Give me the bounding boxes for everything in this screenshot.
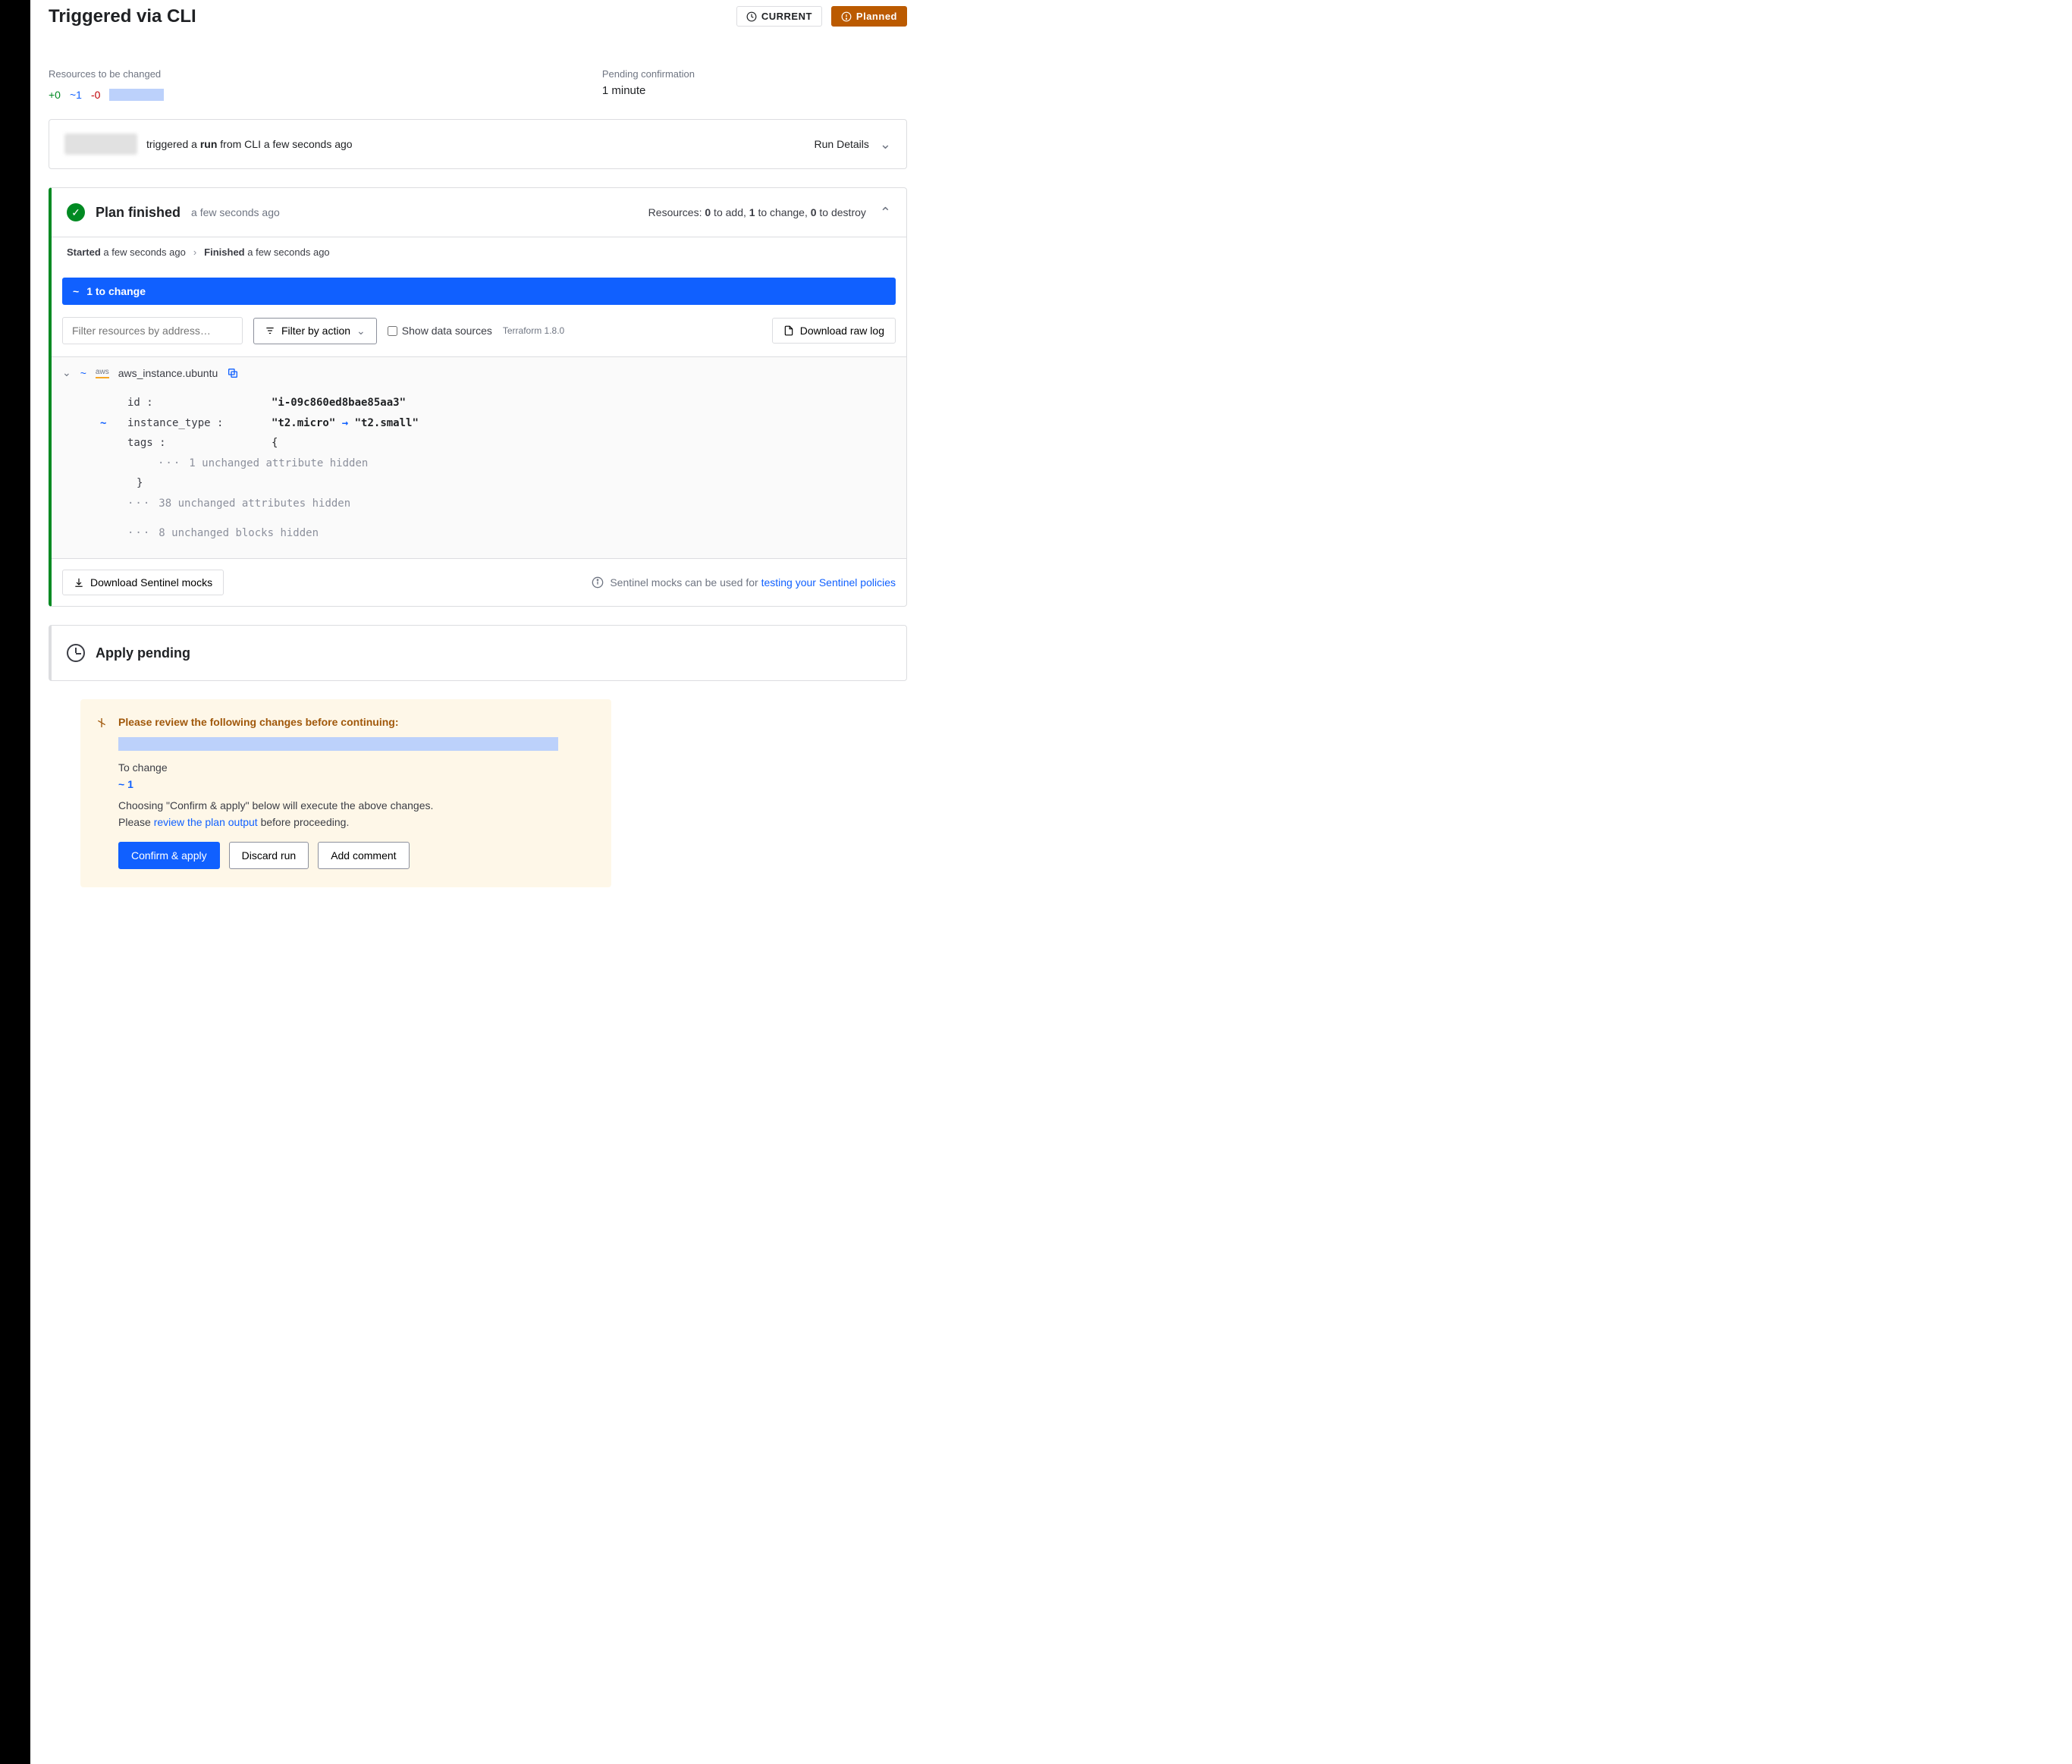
download-raw-log-button[interactable]: Download raw log bbox=[772, 318, 896, 344]
redacted-block bbox=[118, 737, 558, 751]
user-redacted bbox=[64, 133, 137, 155]
provider-badge: aws bbox=[96, 368, 109, 378]
add-count: +0 bbox=[49, 89, 61, 101]
change-banner[interactable]: ~ 1 to change bbox=[62, 278, 896, 305]
planned-badge: Planned bbox=[831, 6, 907, 27]
dots-icon: ··· bbox=[127, 523, 151, 544]
filter-action-button[interactable]: Filter by action ⌄ bbox=[253, 318, 377, 344]
file-icon bbox=[783, 325, 794, 336]
sentinel-policies-link[interactable]: testing your Sentinel policies bbox=[761, 576, 896, 589]
apply-card: Apply pending bbox=[49, 625, 907, 681]
plan-timestamps: Started a few seconds ago › Finished a f… bbox=[52, 237, 906, 267]
dots-icon: ··· bbox=[127, 494, 151, 514]
show-sources-checkbox[interactable]: Show data sources bbox=[388, 325, 492, 337]
run-trigger-text: triggered a run from CLI a few seconds a… bbox=[146, 138, 353, 150]
resource-block: ⌄ ~ aws aws_instance.ubuntu id : "i-09c8… bbox=[52, 356, 906, 558]
pending-meta: Pending confirmation 1 minute bbox=[602, 68, 695, 101]
arrow-right-icon: → bbox=[342, 417, 348, 429]
change-count-value: ~ 1 bbox=[118, 778, 592, 790]
page-title: Triggered via CLI bbox=[49, 6, 196, 27]
plan-time: a few seconds ago bbox=[191, 206, 280, 218]
dots-icon: ··· bbox=[158, 454, 181, 474]
alert-icon bbox=[841, 11, 852, 22]
info-icon bbox=[592, 576, 604, 589]
resource-header[interactable]: ⌄ ~ aws aws_instance.ubuntu bbox=[52, 357, 906, 388]
filter-icon bbox=[265, 325, 275, 336]
review-plan-link[interactable]: review the plan output bbox=[154, 816, 258, 828]
tilde-icon: ~ bbox=[80, 367, 86, 379]
destroy-count: -0 bbox=[91, 89, 100, 101]
current-badge: CURRENT bbox=[736, 6, 822, 27]
check-circle-icon: ✓ bbox=[67, 203, 85, 221]
download-icon bbox=[74, 577, 84, 588]
change-count: ~1 bbox=[70, 89, 82, 101]
tilde-icon: ~ bbox=[100, 413, 106, 434]
plan-card: ✓ Plan finished a few seconds ago Resour… bbox=[49, 187, 907, 607]
apply-title: Apply pending bbox=[96, 645, 190, 661]
review-panel: Please review the following changes befo… bbox=[80, 699, 611, 887]
run-details-toggle[interactable]: Run Details ⌄ bbox=[815, 137, 891, 152]
resources-meta: Resources to be changed +0 ~1 -0 bbox=[49, 68, 164, 101]
plan-title: Plan finished bbox=[96, 205, 181, 221]
chevron-down-icon: ⌄ bbox=[356, 325, 366, 337]
run-details-card: triggered a run from CLI a few seconds a… bbox=[49, 119, 907, 169]
confirm-apply-button[interactable]: Confirm & apply bbox=[118, 842, 220, 869]
copy-icon[interactable] bbox=[227, 367, 239, 379]
tilde-icon: ~ bbox=[73, 285, 79, 297]
tf-version: Terraform 1.8.0 bbox=[503, 325, 564, 336]
add-comment-button[interactable]: Add comment bbox=[318, 842, 409, 869]
clock-icon bbox=[746, 11, 757, 22]
change-icon bbox=[96, 716, 108, 729]
clock-icon bbox=[67, 644, 85, 662]
to-change-label: To change bbox=[118, 761, 592, 774]
chevron-down-icon: ⌄ bbox=[880, 137, 891, 152]
redacted-block bbox=[109, 89, 164, 101]
review-title: Please review the following changes befo… bbox=[118, 716, 592, 728]
left-sidebar bbox=[0, 0, 30, 1764]
resource-name: aws_instance.ubuntu bbox=[118, 367, 218, 379]
filter-input[interactable] bbox=[62, 317, 243, 344]
mocks-info: Sentinel mocks can be used for testing y… bbox=[592, 576, 896, 589]
download-mocks-button[interactable]: Download Sentinel mocks bbox=[62, 570, 224, 595]
chevron-up-icon[interactable]: ⌃ bbox=[880, 205, 891, 221]
chevron-down-icon: ⌄ bbox=[62, 366, 71, 379]
discard-run-button[interactable]: Discard run bbox=[229, 842, 309, 869]
plan-resources-summary: Resources: 0 to add, 1 to change, 0 to d… bbox=[648, 206, 866, 218]
diff-body: id : "i-09c860ed8bae85aa3" ~ instance_ty… bbox=[52, 388, 906, 558]
